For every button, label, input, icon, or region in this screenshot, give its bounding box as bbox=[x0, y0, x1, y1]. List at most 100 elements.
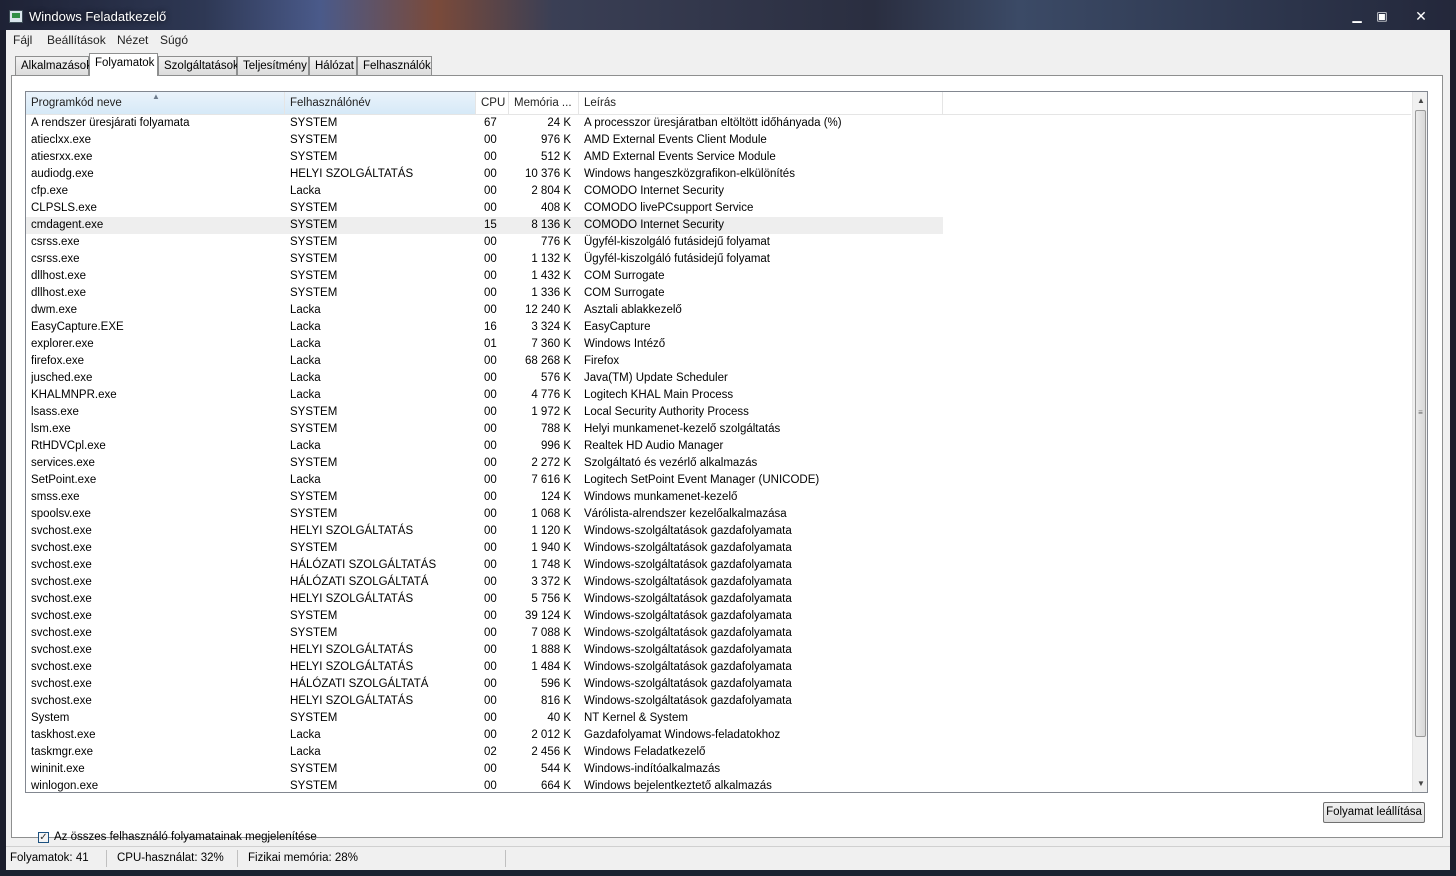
table-row[interactable]: svchost.exe SYSTEM 00 1 940 K Windows-szolgá… bbox=[26, 540, 1411, 557]
process-name: KHALMNPR.exe bbox=[31, 389, 117, 401]
process-cpu: 00 bbox=[484, 304, 497, 316]
column-header-description[interactable]: Leírás bbox=[579, 92, 943, 114]
menu-help[interactable]: Súgó bbox=[160, 33, 188, 47]
process-cpu: 16 bbox=[484, 321, 497, 333]
process-list[interactable]: ▲ Programkód neve Felhasználónév CPU Mem… bbox=[25, 91, 1428, 793]
menu-view[interactable]: Nézet bbox=[117, 33, 148, 47]
table-row[interactable]: lsm.exe SYSTEM 00 788 K Helyi munkamenet-kez… bbox=[26, 421, 1411, 438]
process-user: SYSTEM bbox=[290, 763, 338, 775]
table-row[interactable]: winlogon.exe SYSTEM 00 664 K Windows bejelen… bbox=[26, 778, 1411, 792]
table-row[interactable]: taskhost.exe Lacka 00 2 012 K Gazdafolyamat … bbox=[26, 727, 1411, 744]
table-row[interactable]: atiesrxx.exe SYSTEM 00 512 K AMD External Ev… bbox=[26, 149, 1411, 166]
table-row[interactable]: spoolsv.exe SYSTEM 00 1 068 K Várólista-alre… bbox=[26, 506, 1411, 523]
tab-networking[interactable]: Hálózat bbox=[309, 56, 357, 75]
process-memory: 12 240 K bbox=[524, 304, 571, 316]
table-row[interactable]: dllhost.exe SYSTEM 00 1 432 K COM Surrogate bbox=[26, 268, 1411, 285]
table-row[interactable]: svchost.exe SYSTEM 00 7 088 K Windows-szolgá… bbox=[26, 625, 1411, 642]
column-header-cpu[interactable]: CPU bbox=[476, 92, 509, 114]
end-process-button[interactable]: Folyamat leállítása bbox=[1323, 802, 1425, 823]
process-cpu: 00 bbox=[484, 287, 497, 299]
table-row[interactable]: atieclxx.exe SYSTEM 00 976 K AMD External Ev… bbox=[26, 132, 1411, 149]
scrollbar-thumb[interactable]: ≡ bbox=[1415, 110, 1426, 737]
minimize-button[interactable]: ▁ bbox=[1346, 8, 1368, 25]
table-row[interactable]: csrss.exe SYSTEM 00 1 132 K Ügyfél-kiszolgál… bbox=[26, 251, 1411, 268]
process-memory: 10 376 K bbox=[524, 168, 571, 180]
table-row[interactable]: SetPoint.exe Lacka 00 7 616 K Logitech SetPo… bbox=[26, 472, 1411, 489]
table-row[interactable]: dllhost.exe SYSTEM 00 1 336 K COM Surrogate bbox=[26, 285, 1411, 302]
process-memory: 996 K bbox=[540, 440, 571, 452]
table-row[interactable]: cmdagent.exe SYSTEM 15 8 136 K COMODO Intern… bbox=[26, 217, 943, 234]
show-all-users-checkbox[interactable]: ✓ bbox=[38, 832, 49, 843]
table-row[interactable]: svchost.exe HELYI SZOLGÁLTATÁS 00 1 120 K Wi… bbox=[26, 523, 1411, 540]
tab-performance[interactable]: Teljesítmény bbox=[237, 56, 309, 75]
process-cpu: 01 bbox=[484, 338, 497, 350]
scroll-down-icon[interactable]: ▼ bbox=[1413, 775, 1427, 792]
table-row[interactable]: svchost.exe HÁLÓZATI SZOLGÁLTATÁ 00 3 372 K… bbox=[26, 574, 1411, 591]
column-header-memory[interactable]: Memória ... bbox=[509, 92, 579, 114]
table-row[interactable]: KHALMNPR.exe Lacka 00 4 776 K Logitech KHAL … bbox=[26, 387, 1411, 404]
table-row[interactable]: svchost.exe HELYI SZOLGÁLTATÁS 00 1 484 K Wi… bbox=[26, 659, 1411, 676]
table-row[interactable]: taskmgr.exe Lacka 02 2 456 K Windows Feladat… bbox=[26, 744, 1411, 761]
table-row[interactable]: firefox.exe Lacka 00 68 268 K Firefox bbox=[26, 353, 1411, 370]
process-description: Logitech KHAL Main Process bbox=[584, 389, 734, 401]
table-row[interactable]: svchost.exe SYSTEM 00 39 124 K Windows-szolg… bbox=[26, 608, 1411, 625]
process-description: NT Kernel & System bbox=[584, 712, 688, 724]
table-row[interactable]: svchost.exe HELYI SZOLGÁLTATÁS 00 5 756 K Wi… bbox=[26, 591, 1411, 608]
table-row[interactable]: EasyCapture.EXE Lacka 16 3 324 K EasyCapture bbox=[26, 319, 1411, 336]
process-user: Lacka bbox=[290, 338, 321, 350]
process-user: SYSTEM bbox=[290, 457, 338, 469]
table-row[interactable]: svchost.exe HÁLÓZATI SZOLGÁLTATÁ 00 596 K Wi… bbox=[26, 676, 1411, 693]
table-row[interactable]: lsass.exe SYSTEM 00 1 972 K Local Security A… bbox=[26, 404, 1411, 421]
process-memory: 3 372 K bbox=[531, 576, 571, 588]
table-row[interactable]: audiodg.exe HELYI SZOLGÁLTATÁS 00 10 376 K W… bbox=[26, 166, 1411, 183]
process-user: SYSTEM bbox=[290, 610, 338, 622]
process-cpu: 00 bbox=[484, 627, 497, 639]
process-name: svchost.exe bbox=[31, 644, 92, 656]
tab-applications[interactable]: Alkalmazások bbox=[15, 56, 92, 75]
process-cpu: 00 bbox=[484, 780, 497, 792]
process-cpu: 00 bbox=[484, 236, 497, 248]
menu-file[interactable]: Fájl bbox=[13, 33, 32, 47]
table-row[interactable]: svchost.exe HÁLÓZATI SZOLGÁLTATÁS 00 1 748 … bbox=[26, 557, 1411, 574]
process-name: svchost.exe bbox=[31, 525, 92, 537]
process-user: SYSTEM bbox=[290, 134, 338, 146]
process-memory: 2 272 K bbox=[531, 457, 571, 469]
scroll-up-icon[interactable]: ▲ bbox=[1413, 92, 1427, 109]
column-header-user-name[interactable]: Felhasználónév bbox=[285, 92, 476, 114]
table-row[interactable]: jusched.exe Lacka 00 576 K Java(TM) Update S… bbox=[26, 370, 1411, 387]
column-header-image-name[interactable]: ▲ Programkód neve bbox=[26, 92, 285, 114]
process-name: svchost.exe bbox=[31, 661, 92, 673]
vertical-scrollbar[interactable]: ▲ ≡ ▼ bbox=[1412, 92, 1427, 792]
process-memory: 664 K bbox=[540, 780, 571, 792]
table-row[interactable]: System SYSTEM 00 40 K NT Kernel & System bbox=[26, 710, 1411, 727]
menu-options[interactable]: Beállítások bbox=[47, 33, 106, 47]
process-user: HELYI SZOLGÁLTATÁS bbox=[290, 661, 414, 673]
table-row[interactable]: wininit.exe SYSTEM 00 544 K Windows-indítóal… bbox=[26, 761, 1411, 778]
table-row[interactable]: svchost.exe HELYI SZOLGÁLTATÁS 00 816 K Wind… bbox=[26, 693, 1411, 710]
tab-processes[interactable]: Folyamatok bbox=[89, 53, 158, 76]
process-user: Lacka bbox=[290, 474, 321, 486]
process-memory: 1 484 K bbox=[531, 661, 571, 673]
process-user: Lacka bbox=[290, 372, 321, 384]
table-row[interactable]: explorer.exe Lacka 01 7 360 K Windows Intéző bbox=[26, 336, 1411, 353]
process-rows: A rendszer üresjárati folyamata SYSTEM 67 2… bbox=[26, 115, 1411, 792]
close-button[interactable]: ✕ bbox=[1396, 8, 1446, 25]
maximize-button[interactable]: ▣ bbox=[1371, 8, 1393, 25]
table-row[interactable]: svchost.exe HELYI SZOLGÁLTATÁS 00 1 888 K Wi… bbox=[26, 642, 1411, 659]
table-row[interactable]: dwm.exe Lacka 00 12 240 K Asztali ablakkezel… bbox=[26, 302, 1411, 319]
table-row[interactable]: cfp.exe Lacka 00 2 804 K COMODO Internet Sec… bbox=[26, 183, 1411, 200]
task-manager-icon bbox=[9, 10, 23, 23]
table-row[interactable]: services.exe SYSTEM 00 2 272 K Szolgáltató é… bbox=[26, 455, 1411, 472]
column-label: Programkód neve bbox=[31, 97, 122, 109]
table-row[interactable]: smss.exe SYSTEM 00 124 K Windows munkamenet-… bbox=[26, 489, 1411, 506]
process-user: Lacka bbox=[290, 321, 321, 333]
tab-services[interactable]: Szolgáltatások bbox=[158, 56, 239, 75]
process-description: COMODO livePCsupport Service bbox=[584, 202, 754, 214]
table-row[interactable]: RtHDVCpl.exe Lacka 00 996 K Realtek HD Audio… bbox=[26, 438, 1411, 455]
table-row[interactable]: csrss.exe SYSTEM 00 776 K Ügyfél-kiszolgáló … bbox=[26, 234, 1411, 251]
table-row[interactable]: CLPSLS.exe SYSTEM 00 408 K COMODO livePCsupp… bbox=[26, 200, 1411, 217]
process-name: A rendszer üresjárati folyamata bbox=[31, 117, 190, 129]
tab-users[interactable]: Felhasználók bbox=[357, 56, 432, 75]
table-row[interactable]: A rendszer üresjárati folyamata SYSTEM 67 2… bbox=[26, 115, 1411, 132]
process-description: AMD External Events Client Module bbox=[584, 134, 767, 146]
